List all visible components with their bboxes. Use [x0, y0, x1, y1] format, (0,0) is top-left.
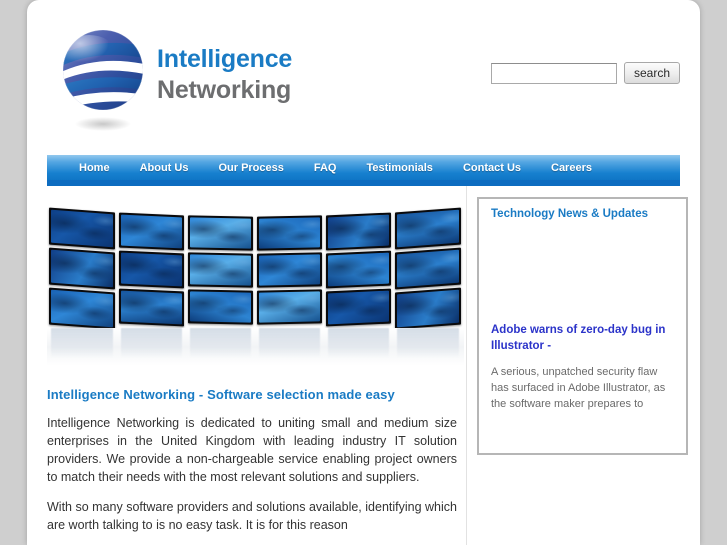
nav-item-faq[interactable]: FAQ	[314, 162, 367, 174]
body-region: Intelligence Networking - Software selec…	[27, 186, 700, 545]
site-logo[interactable]: Intelligence Networking	[47, 22, 327, 137]
globe-swoosh-logo-icon	[57, 26, 153, 134]
monitor	[119, 288, 184, 327]
monitor	[119, 212, 184, 251]
logo-text-line-1: Intelligence	[157, 45, 293, 73]
intro-paragraph-1: Intelligence Networking is dedicated to …	[47, 416, 457, 484]
search-button[interactable]: search	[623, 62, 680, 84]
monitor-wall-reflection	[47, 328, 464, 366]
nav-item-careers[interactable]: Careers	[551, 162, 592, 174]
monitor	[326, 288, 391, 327]
monitor	[188, 252, 253, 288]
main-content-column: Intelligence Networking - Software selec…	[47, 186, 467, 545]
nav-item-home[interactable]: Home	[47, 162, 140, 174]
page-wrapper: Intelligence Networking search Home Abou…	[0, 0, 727, 545]
technology-news-panel: Technology News & Updates Adobe warns of…	[477, 197, 688, 455]
main-navigation: Home About Us Our Process FAQ Testimonia…	[47, 155, 680, 186]
monitor	[395, 287, 461, 330]
nav-item-about-us[interactable]: About Us	[140, 162, 219, 174]
monitor	[395, 207, 461, 250]
search-input[interactable]	[490, 62, 617, 84]
nav-item-our-process[interactable]: Our Process	[218, 162, 313, 174]
page-title: Intelligence Networking - Software selec…	[47, 387, 395, 402]
nav-list: Home About Us Our Process FAQ Testimonia…	[47, 155, 680, 180]
hero-video-wall-image	[47, 202, 464, 367]
news-list-item: Adobe warns of zero-day bug in Illustrat…	[491, 322, 669, 412]
news-item-body: A serious, unpatched security flaw has s…	[491, 366, 666, 410]
monitor	[395, 247, 461, 290]
monitor	[188, 289, 253, 325]
logo-text-line-2: Networking	[157, 76, 292, 104]
monitor	[257, 215, 322, 251]
monitor	[119, 250, 184, 289]
monitor	[257, 289, 322, 325]
monitor	[49, 247, 115, 290]
intro-paragraph-2: With so many software providers and solu…	[47, 500, 457, 532]
site-header: Intelligence Networking search	[27, 0, 700, 155]
nav-item-contact-us[interactable]: Contact Us	[463, 162, 551, 174]
search-area: search	[490, 62, 680, 84]
monitor	[326, 250, 391, 289]
monitor	[188, 215, 253, 251]
nav-item-testimonials[interactable]: Testimonials	[367, 162, 463, 174]
news-panel-title: Technology News & Updates	[491, 208, 648, 220]
news-item-headline[interactable]: Adobe warns of zero-day bug in Illustrat…	[491, 322, 669, 354]
logo-wordmark: Intelligence Networking	[157, 44, 292, 106]
monitor	[257, 252, 322, 288]
monitor	[49, 207, 115, 250]
monitor	[49, 287, 115, 330]
sidebar-column: Technology News & Updates Adobe warns of…	[467, 186, 688, 545]
monitor-wall	[47, 204, 464, 330]
site-container: Intelligence Networking search Home Abou…	[27, 0, 700, 545]
monitor	[326, 212, 391, 251]
